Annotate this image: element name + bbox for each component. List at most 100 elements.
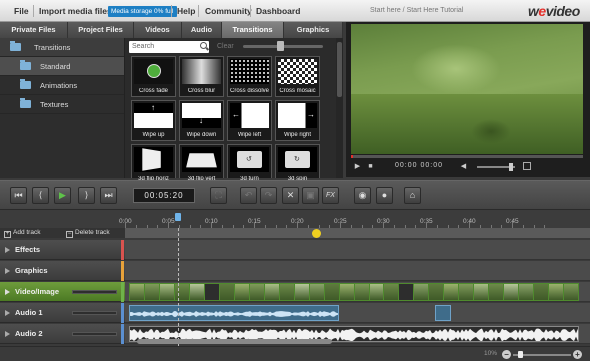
expand-arrow-icon[interactable] (5, 289, 10, 295)
tab-project-files[interactable]: Project Files (68, 22, 134, 38)
video-clip[interactable] (204, 284, 219, 300)
video-clip[interactable] (519, 284, 534, 300)
video-clip[interactable] (249, 284, 264, 300)
tab-transitions[interactable]: Transitions (222, 22, 284, 38)
transition-wipe-up[interactable]: ↑ Wipe up (131, 100, 176, 141)
transition-3d-flip-horiz[interactable]: 3d flip horiz (131, 144, 176, 182)
menu-help[interactable]: Help (177, 0, 195, 22)
tree-item-animations[interactable]: Animations (0, 76, 124, 95)
video-clip[interactable] (144, 284, 159, 300)
timeline-zoom[interactable]: − + (502, 350, 582, 359)
tree-item-transitions[interactable]: Transitions (0, 38, 124, 57)
video-clip[interactable] (384, 284, 399, 300)
marker-icon[interactable] (312, 229, 321, 238)
video-clip[interactable] (279, 284, 294, 300)
clear-button[interactable]: Clear (217, 41, 234, 53)
track-audio-1[interactable]: Audio 1 (0, 303, 125, 323)
video-preview[interactable] (351, 24, 583, 154)
menu-dashboard[interactable]: Dashboard (256, 0, 300, 22)
video-clip[interactable] (339, 284, 354, 300)
track-audio-2[interactable]: Audio 2 (0, 324, 125, 344)
video-clip[interactable] (474, 284, 489, 300)
scrollbar-thumb[interactable] (337, 42, 342, 97)
expand-arrow-icon[interactable] (5, 247, 10, 253)
volume-handle[interactable] (509, 163, 513, 171)
add-track-button[interactable]: + Add track (4, 229, 40, 238)
split-icon[interactable]: ▣ (302, 187, 319, 204)
tab-videos[interactable]: Videos (134, 22, 182, 38)
tree-item-standard[interactable]: Standard (0, 57, 124, 76)
track-volume-slider[interactable] (72, 332, 117, 336)
menu-community[interactable]: Community (205, 0, 252, 22)
transition-wipe-right[interactable]: → Wipe right (275, 100, 320, 141)
video-clip[interactable] (459, 284, 474, 300)
track-volume-slider[interactable] (72, 311, 117, 315)
next-frame-icon[interactable]: ⟩ (78, 187, 95, 204)
video-clip[interactable] (429, 284, 444, 300)
audio-icon[interactable]: ◉ (354, 187, 371, 204)
track-graphics[interactable]: Graphics (0, 261, 125, 281)
timeline-marker-bar[interactable] (125, 228, 590, 238)
fullscreen-icon[interactable] (523, 162, 531, 170)
zoom-in-icon[interactable]: + (573, 350, 582, 359)
tutorial-link[interactable]: Start here / Start Here Tutorial (370, 0, 463, 22)
stop-icon[interactable]: ■ (366, 162, 375, 171)
audio-clip[interactable] (435, 305, 451, 321)
expand-arrow-icon[interactable] (5, 268, 10, 274)
video-clip[interactable] (130, 284, 144, 300)
tab-audio[interactable]: Audio (182, 22, 222, 38)
search-input[interactable]: Search (129, 41, 209, 53)
video-clip[interactable] (219, 284, 234, 300)
video-clip[interactable] (234, 284, 249, 300)
track-video-image[interactable]: Video/Image (0, 282, 125, 302)
video-clip[interactable] (549, 284, 564, 300)
video-clip[interactable] (534, 284, 549, 300)
play-icon[interactable]: ▶ (353, 162, 362, 171)
play-button[interactable]: ▶ (54, 187, 71, 204)
tree-item-textures[interactable]: Textures (0, 95, 124, 114)
video-clip[interactable] (159, 284, 174, 300)
timeline-horizontal-scrollbar[interactable] (137, 339, 332, 344)
skip-start-icon[interactable]: ⏮ (10, 187, 27, 204)
tab-private-files[interactable]: Private Files (0, 22, 68, 38)
tab-graphics[interactable]: Graphics (284, 22, 343, 38)
transition-wipe-down[interactable]: ↓ Wipe down (179, 100, 224, 141)
record-icon[interactable]: ● (376, 187, 393, 204)
video-clip[interactable] (309, 284, 324, 300)
transition-cross-mosaic[interactable]: Cross mosaic (275, 56, 320, 97)
video-clip[interactable] (399, 284, 414, 300)
video-clip[interactable] (489, 284, 504, 300)
transition-3d-spin[interactable]: ↻ 3d spin (275, 144, 320, 182)
playhead-line[interactable] (178, 228, 179, 346)
lane-video-image[interactable] (125, 282, 590, 302)
transition-wipe-left[interactable]: ← Wipe left (227, 100, 272, 141)
video-clip[interactable] (294, 284, 309, 300)
video-clip[interactable] (324, 284, 339, 300)
transition-cross-dissolve[interactable]: Cross dissolve (227, 56, 272, 97)
delete-track-button[interactable]: − Delete track (66, 229, 110, 238)
menu-file[interactable]: File (14, 0, 29, 22)
search-icon[interactable] (200, 42, 207, 49)
gallery-scrollbar[interactable] (336, 38, 343, 178)
volume-icon[interactable]: ◀ (459, 162, 468, 171)
video-clip[interactable] (354, 284, 369, 300)
home-icon[interactable]: ⌂ (404, 187, 421, 204)
playhead-handle[interactable] (175, 213, 181, 221)
transition-3d-turn[interactable]: ↺ 3d turn (227, 144, 272, 182)
transition-cross-blur[interactable]: Cross blur (179, 56, 224, 97)
video-clip[interactable] (564, 284, 579, 300)
zoom-out-icon[interactable]: − (502, 350, 511, 359)
preview-progress-bar[interactable] (351, 155, 583, 158)
audio-clip[interactable] (129, 305, 339, 321)
delete-icon[interactable]: ✕ (282, 187, 299, 204)
video-clip[interactable] (414, 284, 429, 300)
lane-audio-1[interactable] (125, 303, 590, 323)
transition-3d-flip-vert[interactable]: 3d flip vert (179, 144, 224, 182)
video-clip[interactable] (504, 284, 519, 300)
track-effects[interactable]: Effects (0, 240, 125, 260)
prev-frame-icon[interactable]: ⟨ (32, 187, 49, 204)
lane-graphics[interactable] (125, 261, 590, 281)
video-clip[interactable] (189, 284, 204, 300)
lane-effects[interactable] (125, 240, 590, 260)
track-volume-slider[interactable] (72, 290, 117, 294)
